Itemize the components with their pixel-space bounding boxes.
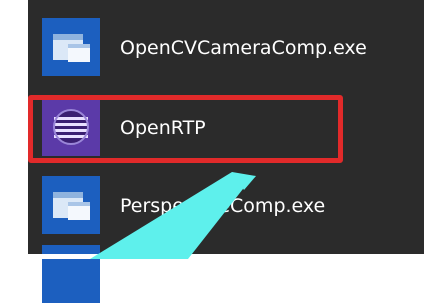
menu-item-perspectivecomp[interactable]: PerspectiveComp.exe [28, 176, 424, 236]
menu-item-label: PerspectiveComp.exe [120, 195, 326, 217]
background-left [0, 0, 28, 259]
exe-app-icon [42, 176, 100, 234]
menu-item-opencvcameracomp[interactable]: OpenCVCameraComp.exe [28, 18, 424, 78]
exe-app-icon [42, 18, 100, 76]
background-right [424, 0, 429, 259]
menu-item-label: OpenCVCameraComp.exe [120, 37, 367, 59]
highlight-box [28, 95, 343, 163]
background-bottom [28, 254, 429, 259]
